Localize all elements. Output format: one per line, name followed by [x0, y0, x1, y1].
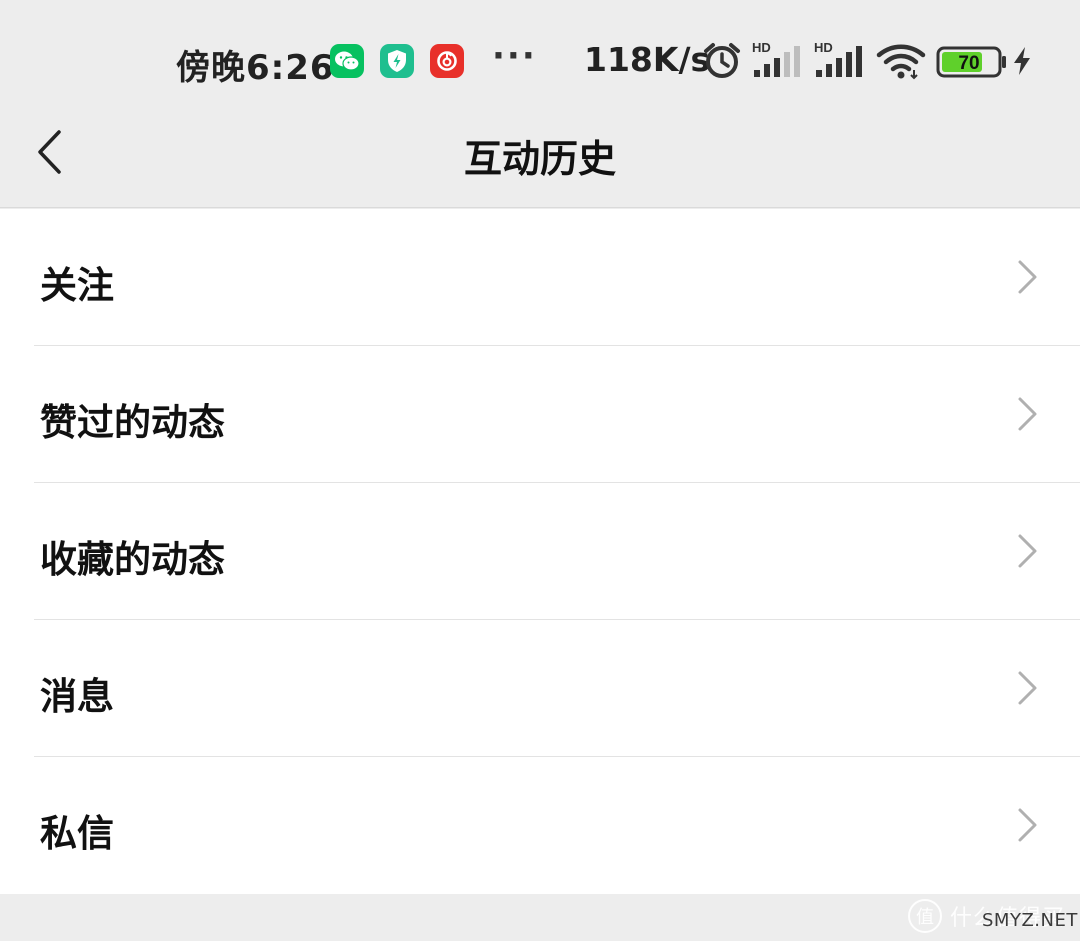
- chevron-right-icon: [1016, 807, 1040, 847]
- signal-icon-sim1: HD: [750, 40, 804, 84]
- list-item-liked-posts[interactable]: 赞过的动态: [0, 346, 1080, 483]
- list-item-label: 关注: [40, 264, 114, 307]
- nav-bar: 互动历史: [0, 110, 1080, 208]
- status-bar: 傍晚6:26 ··· 118K/s HD HD 70: [0, 0, 1080, 110]
- alarm-icon: [702, 42, 742, 84]
- wifi-icon: [876, 44, 926, 84]
- status-time: 傍晚6:26: [176, 48, 335, 88]
- page-title: 互动历史: [463, 137, 616, 181]
- battery-level: 70: [958, 53, 979, 74]
- watermark-badge: 值: [908, 899, 942, 933]
- netease-music-icon: [430, 44, 464, 78]
- chevron-right-icon: [1016, 396, 1040, 436]
- watermark-site: SMYZ.NET: [982, 910, 1078, 931]
- signal-label-1: HD: [752, 40, 771, 55]
- list-item-label: 消息: [40, 675, 114, 718]
- chevron-right-icon: [1016, 670, 1040, 710]
- list-item-saved-posts[interactable]: 收藏的动态: [0, 483, 1080, 620]
- list-item-private-messages[interactable]: 私信: [0, 757, 1080, 894]
- shield-icon: [380, 44, 414, 78]
- list-item-follow[interactable]: 关注: [0, 209, 1080, 346]
- overflow-dots: ···: [492, 36, 537, 76]
- wechat-icon: [330, 44, 364, 78]
- interaction-history-list: 关注 赞过的动态 收藏的动态 消息 私信: [0, 209, 1080, 894]
- list-item-label: 私信: [40, 812, 114, 855]
- charging-bolt-icon: [1012, 46, 1032, 80]
- list-item-label: 收藏的动态: [40, 538, 225, 581]
- list-item-messages[interactable]: 消息: [0, 620, 1080, 757]
- battery-icon: 70: [936, 46, 1008, 82]
- list-item-label: 赞过的动态: [40, 401, 225, 444]
- chevron-right-icon: [1016, 259, 1040, 299]
- signal-label-2: HD: [814, 40, 833, 55]
- network-speed: 118K/s: [584, 40, 711, 79]
- signal-icon-sim2: HD: [812, 40, 866, 84]
- chevron-right-icon: [1016, 533, 1040, 573]
